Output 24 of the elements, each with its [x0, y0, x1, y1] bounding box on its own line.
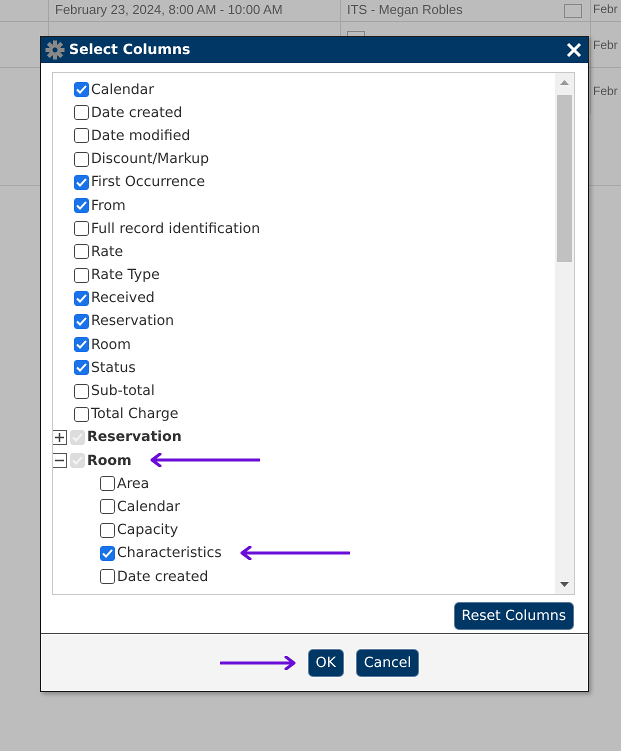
column-label[interactable]: Room: [91, 336, 131, 353]
table-cell: Febr: [593, 84, 618, 98]
column-label[interactable]: Sub-total: [91, 383, 155, 400]
table-cell: Febr: [593, 38, 618, 52]
dialog-button[interactable]: Cancel: [356, 648, 420, 676]
column-label[interactable]: Received: [91, 290, 155, 306]
column-label[interactable]: Total Charge: [91, 406, 178, 422]
column-label[interactable]: From: [91, 198, 126, 214]
column-label[interactable]: Full record identification: [91, 220, 260, 237]
table-cell: Febr: [593, 2, 618, 16]
column-label[interactable]: Date modified: [91, 128, 190, 144]
reset-columns-button[interactable]: Reset Columns: [454, 602, 574, 630]
column-label[interactable]: Reservation: [91, 313, 174, 330]
column-label[interactable]: Status: [91, 360, 136, 376]
column-label[interactable]: Date created: [91, 104, 182, 121]
column-label[interactable]: Rate Type: [91, 267, 160, 284]
column-label[interactable]: First Occurrence: [91, 174, 205, 190]
table-cell: February 23, 2024, 8:00 AM - 10:00 AM: [55, 2, 283, 17]
column-label[interactable]: Rate: [91, 244, 124, 260]
dialog-button[interactable]: OK: [308, 648, 344, 676]
dialog-title: Select Columns: [69, 42, 192, 58]
column-label[interactable]: Discount/Markup: [91, 151, 210, 168]
column-label[interactable]: Calendar: [91, 82, 154, 98]
table-cell: ITS - Megan Robles: [347, 2, 463, 17]
